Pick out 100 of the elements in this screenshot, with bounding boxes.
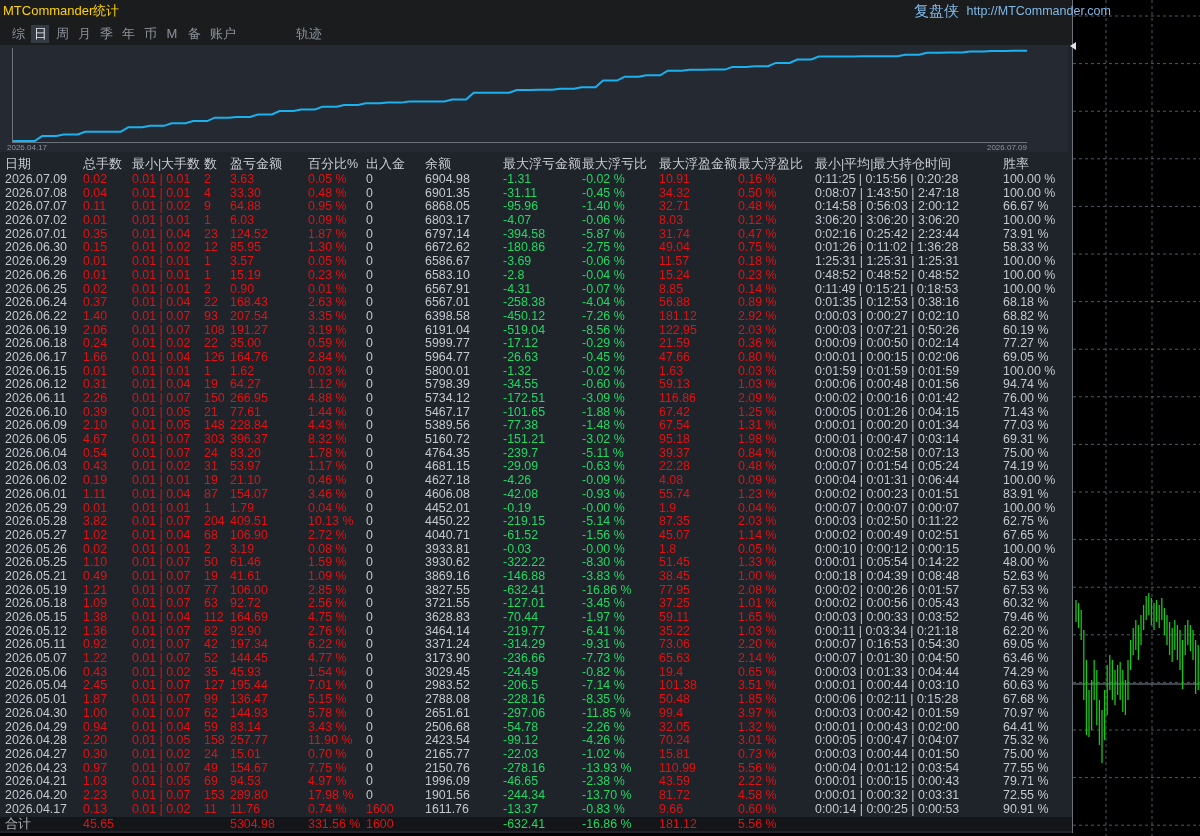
website-link[interactable]: http://MTCommander.com — [966, 4, 1111, 18]
table-cell: 100.00 % — [1003, 282, 1056, 297]
track-button[interactable]: 轨迹 — [293, 24, 324, 43]
table-cell: -29.09 — [503, 460, 539, 475]
table-cell: 3464.14 — [425, 624, 470, 639]
table-cell: 0 — [366, 214, 373, 228]
table-cell: 6797.14 — [425, 227, 470, 242]
table-cell: 6586.67 — [425, 255, 470, 269]
tab[interactable]: 月 — [75, 24, 93, 43]
table-cell: -219.77 — [503, 624, 546, 639]
table-cell: 0:00:18 | 0:04:39 | 0:08:48 — [815, 569, 960, 584]
table-cell: 0.01 | 0.01 — [132, 501, 191, 516]
table-cell: 0.01 | 0.02 — [132, 241, 191, 256]
table-cell: 68.82 % — [1003, 309, 1049, 324]
table-cell: 77.03 % — [1003, 419, 1049, 434]
table-cell: 0.01 | 0.07 — [132, 679, 191, 694]
table-cell: 0.01 | 0.04 — [132, 350, 191, 365]
tab[interactable]: 年 — [119, 24, 137, 43]
table-cell: 52 — [204, 652, 218, 666]
table-cell: 0.05 % — [308, 173, 347, 187]
table-cell: 24 — [204, 446, 218, 461]
table-cell: 0:00:09 | 0:00:50 | 0:02:14 — [815, 337, 960, 351]
table-cell: 0:00:01 | 0:00:44 | 0:03:10 — [815, 679, 960, 694]
table-cell: 2026.06.09 — [5, 419, 67, 434]
table-cell: 2026.05.11 — [5, 638, 67, 653]
table-cell: 0 — [366, 186, 373, 201]
table-cell: 0:00:10 | 0:00:12 | 0:00:15 — [815, 542, 960, 557]
table-cell: 0.01 | 0.07 — [132, 556, 191, 570]
table-cell: 0 — [366, 611, 373, 625]
table-cell: 4.58 % — [738, 788, 777, 803]
table-cell: 5304.98 — [230, 817, 275, 832]
table-cell: 38.45 — [659, 569, 690, 584]
tab[interactable]: 日 — [31, 24, 49, 43]
table-cell: -0.45 % — [582, 350, 625, 365]
table-cell: 158 — [204, 734, 225, 748]
table-cell: -24.49 — [503, 665, 539, 680]
table-cell: 79.71 % — [1003, 775, 1049, 789]
table-cell: 2026.05.28 — [5, 515, 67, 529]
table-cell: 22 — [204, 296, 218, 310]
table-cell: 2.20 — [83, 734, 108, 748]
table-cell: 2.08 % — [738, 583, 777, 598]
table-cell: 2026.07.02 — [5, 214, 67, 228]
tab[interactable]: 备 — [185, 24, 203, 43]
total-label: 合计 — [5, 817, 31, 832]
table-cell: 0.09 % — [738, 474, 777, 488]
table-cell: 7.01 % — [308, 679, 347, 694]
table-cell: 58.33 % — [1003, 241, 1049, 256]
table-cell: 2026.06.02 — [5, 474, 67, 488]
tab[interactable]: M — [163, 24, 181, 43]
table-cell: 59.11 — [659, 611, 690, 625]
tab[interactable]: 周 — [53, 24, 71, 43]
column-header: 盈亏金额 — [230, 156, 282, 173]
table-cell: 1.03 % — [738, 378, 777, 392]
table-cell: 1.09 — [83, 597, 108, 611]
table-cell: 0:01:26 | 0:11:02 | 1:36:28 — [815, 241, 959, 256]
table-cell: -0.02 % — [582, 364, 625, 379]
table-cell: 6.03 — [230, 214, 255, 228]
table-cell: -1.56 % — [582, 528, 625, 543]
table-cell: 2026.06.18 — [5, 337, 67, 351]
table-cell: 108 — [204, 323, 225, 338]
table-cell: 79.46 % — [1003, 611, 1049, 625]
table-cell: 0.01 | 0.02 — [132, 337, 191, 351]
column-header: 最小|大手数 — [132, 156, 201, 173]
table-cell: 0.01 | 0.07 — [132, 515, 191, 529]
table-cell: 331.56 % — [308, 817, 361, 832]
tab[interactable]: 账户 — [207, 24, 238, 43]
table-cell: 75.32 % — [1003, 734, 1049, 748]
table-cell: 1.03 — [83, 775, 108, 789]
table-cell: 67.68 % — [1003, 693, 1049, 707]
table-cell: 6567.01 — [425, 296, 470, 310]
table-cell: 92.72 — [230, 597, 261, 611]
table-cell: -46.65 — [503, 775, 539, 789]
table-cell: 0:00:06 | 0:00:48 | 0:01:56 — [815, 378, 960, 392]
table-cell: -239.7 — [503, 446, 539, 461]
table-cell: 4627.18 — [425, 474, 470, 488]
table-cell: 1.23 % — [738, 487, 777, 502]
table-cell: -1.31 — [503, 173, 532, 187]
table-cell: 0 — [366, 241, 373, 256]
column-header: 出入金 — [366, 156, 405, 173]
table-cell: 35.22 — [659, 624, 690, 639]
table-cell: -54.78 — [503, 720, 539, 735]
table-cell: 45.93 — [230, 665, 261, 680]
table-cell: -0.02 % — [582, 173, 625, 187]
table-cell: -8.30 % — [582, 556, 625, 570]
table-cell: 72.55 % — [1003, 788, 1049, 803]
table-cell: 19.4 — [659, 665, 684, 680]
table-cell: 1.31 % — [738, 419, 777, 434]
tab[interactable]: 币 — [141, 24, 159, 43]
table-cell: -1.48 % — [582, 419, 625, 434]
table-cell: 6803.17 — [425, 214, 470, 228]
tab[interactable]: 综 — [9, 24, 27, 43]
table-cell: 0:00:02 | 0:00:26 | 0:01:57 — [815, 583, 960, 598]
table-cell: 0.31 — [83, 378, 108, 392]
tab[interactable]: 季 — [97, 24, 115, 43]
table-cell: 0.36 % — [738, 337, 777, 351]
table-cell: 0.60 % — [738, 802, 777, 817]
table-cell: 0 — [366, 446, 373, 461]
table-cell: 0 — [366, 227, 373, 242]
table-cell: 2.03 % — [738, 323, 777, 338]
table-cell: -146.88 — [503, 569, 546, 584]
